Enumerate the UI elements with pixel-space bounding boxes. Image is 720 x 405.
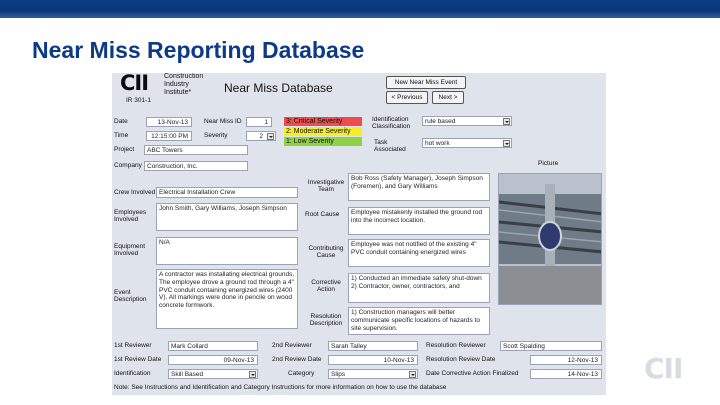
- project-label: Project: [114, 146, 135, 153]
- logo-line: Institute*: [164, 89, 192, 96]
- investigative-team-label: Investigative Team: [307, 179, 345, 194]
- near-miss-id-label: Near Miss ID: [204, 118, 242, 125]
- instructions-note: Note: See Instructions and Identificatio…: [114, 384, 447, 391]
- identification-classification-value: rule based: [425, 118, 456, 125]
- resolution-review-date-field[interactable]: 12-Nov-13: [530, 355, 602, 365]
- photo-image: [499, 174, 601, 304]
- identification-classification-select[interactable]: rule based: [422, 116, 512, 126]
- identification-classification-label: Identification Classification: [372, 116, 411, 131]
- category-value: Slips: [331, 371, 346, 378]
- severity-legend-low: 1: Low Severity: [284, 137, 362, 146]
- date-label: Date: [114, 118, 128, 125]
- next-button[interactable]: Next >: [432, 91, 464, 104]
- project-field[interactable]: ABC Towers: [144, 145, 248, 155]
- corrective-action-finalized-field[interactable]: 14-Nov-13: [530, 369, 602, 379]
- task-associated-select[interactable]: hot work: [422, 138, 512, 148]
- task-associated-value: hot work: [425, 140, 450, 147]
- severity-legend-label: 3: Critical Severity: [286, 118, 343, 125]
- near-miss-photo: [498, 173, 602, 305]
- root-cause-field[interactable]: Employee mistakenly installed the ground…: [348, 207, 490, 235]
- logo-text: Construction Industry Institute*: [164, 73, 203, 97]
- new-near-miss-event-button[interactable]: New Near Miss Event: [386, 76, 466, 89]
- second-review-date-label: 2nd Review Date: [272, 356, 322, 363]
- form-code: IR 301-1: [126, 97, 151, 104]
- severity-legend-label: 2: Moderate Severity: [286, 128, 351, 135]
- date-field[interactable]: 13-Nov-13: [146, 117, 192, 127]
- near-miss-id-field[interactable]: 1: [246, 117, 272, 127]
- root-cause-label: Root Cause: [305, 211, 340, 218]
- crew-involved-label: Crew Involved: [114, 189, 156, 196]
- corrective-action-finalized-label: Date Corrective Action Finalized: [426, 370, 519, 377]
- employees-involved-field[interactable]: John Smith, Gary Williams, Joseph Simpso…: [156, 203, 298, 231]
- chevron-down-icon[interactable]: [409, 371, 416, 378]
- chevron-down-icon[interactable]: [503, 118, 510, 125]
- picture-label: Picture: [538, 160, 559, 167]
- form-title: Near Miss Database: [224, 81, 333, 95]
- company-field[interactable]: Construction, Inc.: [144, 161, 248, 171]
- near-miss-form: CII Construction Industry Institute* IR …: [112, 73, 606, 395]
- task-associated-label: Task Associated: [374, 139, 406, 154]
- severity-legend-moderate: 2: Moderate Severity: [284, 127, 362, 136]
- investigative-team-field[interactable]: Bob Ross (Safety Manager), Joseph Simpso…: [348, 173, 490, 201]
- event-description-field[interactable]: A contractor was installating electrical…: [156, 269, 298, 329]
- first-review-date-label: 1st Review Date: [114, 356, 162, 363]
- resolution-reviewer-label: Resolution Reviewer: [426, 342, 486, 349]
- top-banner: [0, 0, 720, 18]
- severity-label: Severity: [204, 132, 228, 139]
- time-field[interactable]: 12:15:00 PM: [146, 131, 192, 141]
- company-label: Company: [114, 162, 142, 169]
- equipment-involved-label: Equipment Involved: [114, 243, 146, 258]
- severity-legend-label: 1: Low Severity: [286, 138, 334, 145]
- identification-value: Skill Based: [171, 371, 204, 378]
- identification-select[interactable]: Skill Based: [168, 369, 258, 379]
- corrective-action-field[interactable]: 1) Conducted an immediate safety shut-do…: [348, 273, 490, 303]
- first-reviewer-label: 1st Reviewer: [114, 342, 152, 349]
- chevron-down-icon[interactable]: [249, 371, 256, 378]
- contributing-cause-field[interactable]: Employee was not notified of the existin…: [348, 239, 490, 267]
- severity-legend-critical: 3: Critical Severity: [284, 117, 362, 126]
- cii-corner-logo: CII: [644, 352, 683, 385]
- employees-involved-label: Employees Involved: [114, 209, 147, 224]
- first-reviewer-field[interactable]: Mark Collard: [168, 341, 258, 351]
- second-reviewer-field[interactable]: Sarah Talley: [328, 341, 418, 351]
- slide-title: Near Miss Reporting Database: [32, 37, 365, 63]
- previous-button[interactable]: < Previous: [386, 91, 428, 104]
- severity-select[interactable]: 2: [246, 131, 276, 141]
- logo-line: Industry: [164, 81, 189, 88]
- severity-value: 2: [259, 133, 263, 140]
- second-reviewer-label: 2nd Reviewer: [272, 342, 312, 349]
- time-label: Time: [114, 132, 129, 139]
- equipment-involved-field[interactable]: N/A: [156, 237, 298, 265]
- second-review-date-field[interactable]: 10-Nov-13: [328, 355, 418, 365]
- event-description-label: Event Description: [114, 289, 147, 304]
- crew-involved-field[interactable]: Electrical Installation Crew: [156, 187, 298, 198]
- category-label: Category: [288, 370, 315, 377]
- corrective-action-label: Corrective Action: [311, 279, 341, 294]
- chevron-down-icon[interactable]: [267, 133, 274, 140]
- chevron-down-icon[interactable]: [503, 140, 510, 147]
- category-select[interactable]: Slips: [328, 369, 418, 379]
- logo-line: Construction: [164, 73, 204, 80]
- contributing-cause-label: Contributing Cause: [308, 245, 344, 260]
- resolution-description-field[interactable]: 1) Construction managers will better com…: [348, 307, 490, 335]
- first-review-date-field[interactable]: 09-Nov-13: [168, 355, 258, 365]
- cii-logo: CII: [120, 73, 149, 95]
- resolution-reviewer-field[interactable]: Scott Spalding: [500, 341, 602, 351]
- resolution-review-date-label: Resolution Review Date: [426, 356, 496, 363]
- resolution-description-label: Resolution Description: [309, 313, 343, 328]
- identification-label: Identification: [114, 370, 151, 377]
